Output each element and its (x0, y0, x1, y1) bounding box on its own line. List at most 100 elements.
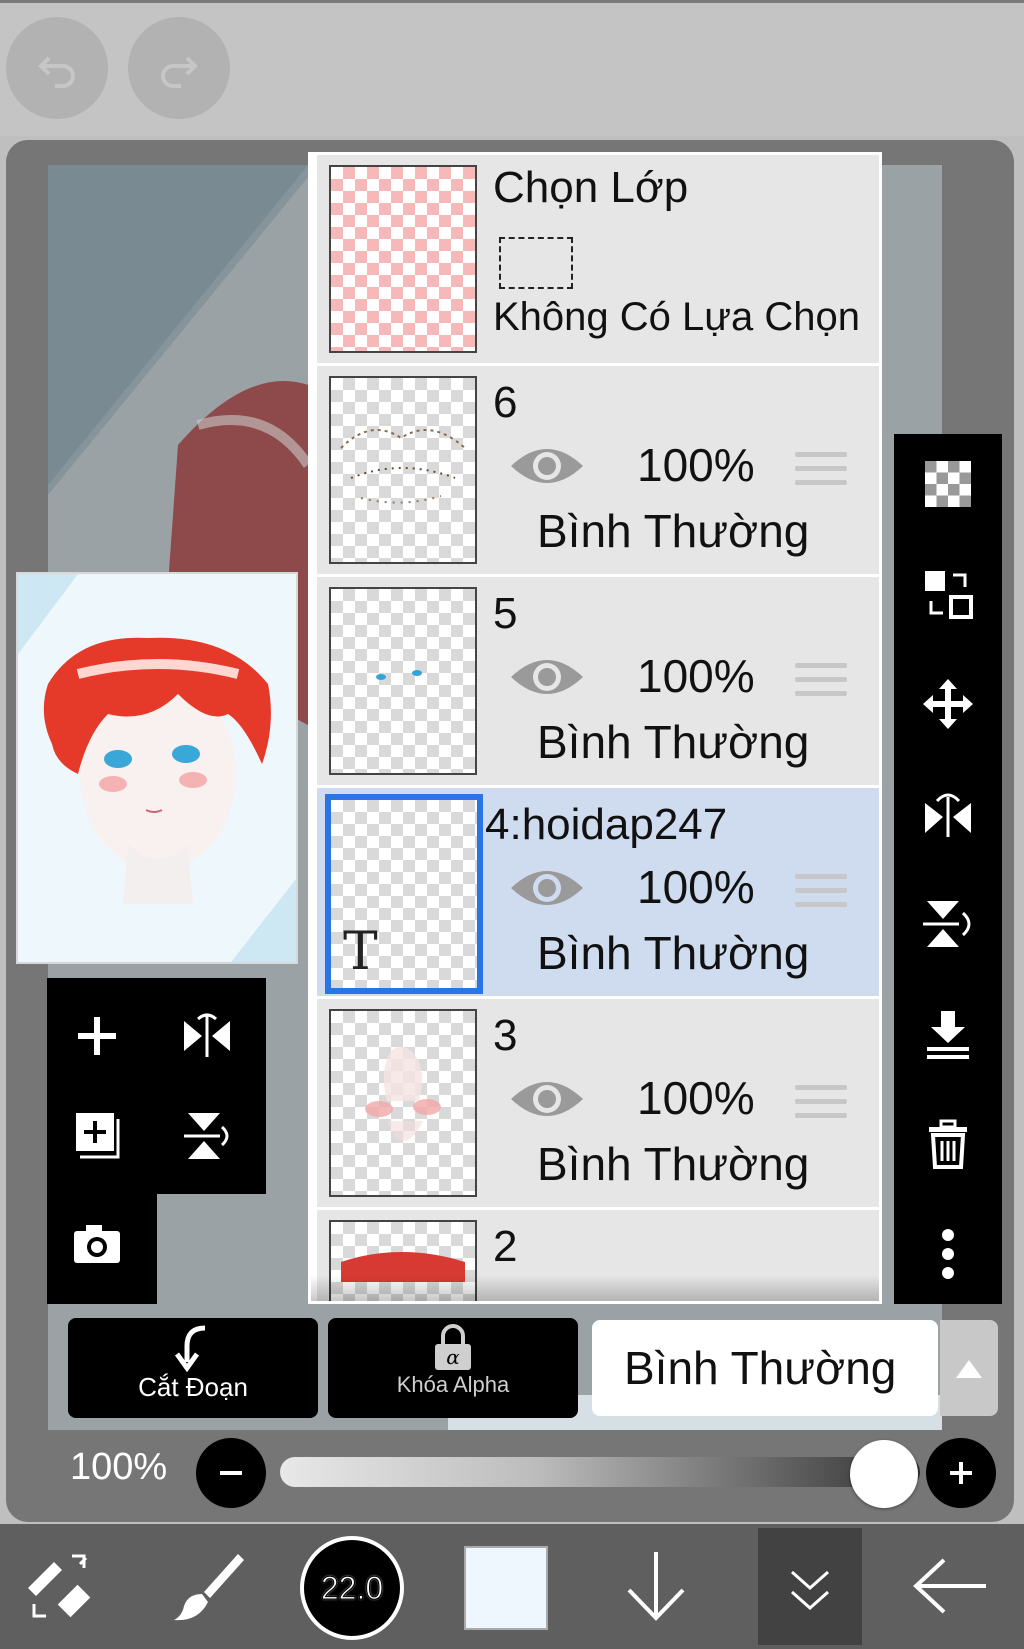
layer-row-5[interactable]: 5 100% Bình Thường (317, 577, 879, 788)
swap-layer-button[interactable] (918, 564, 978, 624)
plus-icon (78, 1017, 116, 1055)
move-down-button[interactable] (606, 1536, 706, 1636)
selection-layer-thumbnail (329, 165, 477, 353)
alpha-lock-button[interactable]: α Khóa Alpha (328, 1318, 578, 1418)
clip-arrow-icon (174, 1325, 206, 1372)
arrow-down-icon (627, 1552, 685, 1621)
undo-button[interactable] (6, 17, 108, 119)
layer-blend-mode: Bình Thường (537, 1138, 810, 1190)
layer-row-3[interactable]: 3 100% Bình Thường (317, 999, 879, 1210)
duplicate-layer-button[interactable] (67, 1106, 127, 1166)
add-layer-button[interactable] (67, 1006, 127, 1066)
delete-layer-button[interactable] (918, 1114, 978, 1174)
trash-icon (929, 1119, 967, 1169)
layer-name: 2 (493, 1222, 518, 1271)
top-bar (0, 0, 1024, 136)
selection-layer-title: Chọn Lớp (493, 163, 689, 212)
redo-icon (161, 56, 198, 88)
clipping-button[interactable]: Cắt Đoạn (68, 1318, 318, 1418)
flip-vertical-button[interactable] (177, 1106, 237, 1166)
lock-alpha-icon: α (435, 1324, 471, 1370)
opacity-slider-track[interactable] (280, 1457, 920, 1487)
transparency-button[interactable] (918, 454, 978, 514)
blend-mode-expand-button[interactable] (940, 1320, 998, 1416)
triangle-up-icon (956, 1360, 982, 1378)
merge-down-button[interactable] (918, 1004, 978, 1064)
selection-marquee-icon (499, 237, 573, 289)
blend-mode-select[interactable]: Bình Thường (592, 1320, 938, 1416)
layer-opacity: 100% (637, 650, 755, 702)
selection-status: Không Có Lựa Chọn (493, 295, 861, 339)
layer-row-4[interactable]: T 4:hoidap247 100% Bình Thường (317, 788, 879, 999)
layer-blend-mode: Bình Thường (537, 716, 810, 768)
drag-handle-icon[interactable] (795, 452, 847, 492)
chevron-double-down-icon (791, 1570, 829, 1611)
arrow-left-icon (913, 1558, 986, 1614)
move-icon (923, 679, 973, 729)
opacity-decrease-button[interactable] (196, 1438, 266, 1508)
clipping-label: Cắt Đoạn (138, 1372, 248, 1402)
flip-horizontal-button[interactable] (177, 1006, 237, 1066)
brush-icon (174, 1554, 244, 1621)
drag-handle-icon[interactable] (795, 1085, 847, 1125)
visibility-eye-icon[interactable] (507, 1071, 587, 1127)
list-fade (311, 1275, 879, 1301)
alpha-lock-label: Khóa Alpha (396, 1372, 510, 1397)
flip-horizontal-right-button[interactable] (918, 784, 978, 844)
canvas-preview (16, 572, 298, 964)
brush-eraser-swap-button[interactable] (10, 1536, 110, 1636)
camera-import-button[interactable] (67, 1214, 127, 1274)
layer-tools-left-2 (47, 1194, 157, 1304)
svg-text:α: α (446, 1345, 460, 1369)
redo-button[interactable] (128, 17, 230, 119)
layer-opacity: 100% (637, 1072, 755, 1124)
layer-list: Chọn Lớp Không Có Lựa Chọn 6 100% Bình T… (308, 152, 882, 1304)
add-copy-icon (76, 1113, 120, 1159)
layer-blend-mode: Bình Thường (537, 927, 810, 979)
layer-opacity: 100% (637, 439, 755, 491)
layer-tools-left (47, 978, 266, 1194)
flip-vertical-icon (184, 1113, 229, 1159)
layer-opacity: 100% (637, 861, 755, 913)
opacity-slider-knob[interactable] (850, 1440, 918, 1508)
flip-horizontal-icon (925, 793, 971, 837)
layers-button[interactable] (758, 1528, 862, 1645)
layer-name: 3 (493, 1011, 518, 1060)
text-layer-marker: T (343, 922, 378, 982)
layer-name: 5 (493, 589, 518, 638)
layer-thumbnail-4: T (325, 794, 483, 994)
move-layer-button[interactable] (918, 674, 978, 734)
flip-horizontal-icon (184, 1013, 230, 1057)
brush-size-indicator[interactable]: 22.0 (300, 1536, 404, 1640)
layer-name: 4:hoidap247 (485, 800, 728, 849)
merge-down-icon (927, 1011, 969, 1059)
back-button[interactable] (900, 1536, 1000, 1636)
selection-layer-row[interactable]: Chọn Lớp Không Có Lựa Chọn (317, 155, 879, 366)
brush-tool-button[interactable] (158, 1536, 258, 1636)
flip-vertical-right-button[interactable] (918, 894, 978, 954)
visibility-eye-icon[interactable] (507, 438, 587, 494)
color-swatch[interactable] (464, 1546, 548, 1630)
flip-vertical-icon (923, 901, 971, 947)
layer-row-6[interactable]: 6 100% Bình Thường (317, 366, 879, 577)
layer-tools-right (894, 434, 1002, 1304)
opacity-increase-button[interactable] (926, 1438, 996, 1508)
camera-icon (74, 1225, 120, 1263)
visibility-eye-icon[interactable] (507, 649, 587, 705)
drag-handle-icon[interactable] (795, 663, 847, 703)
more-options-button[interactable] (918, 1224, 978, 1284)
layer-thumbnail-6 (329, 376, 477, 564)
layer-thumbnail-3 (329, 1009, 477, 1197)
more-vertical-icon (942, 1229, 954, 1279)
brush-eraser-swap-icon (28, 1554, 91, 1618)
layer-thumbnail-5 (329, 587, 477, 775)
checkerboard-icon (925, 461, 971, 507)
opacity-value: 100% (70, 1446, 168, 1488)
minus-icon (220, 1471, 242, 1475)
visibility-eye-icon[interactable] (507, 860, 587, 916)
drag-handle-icon[interactable] (795, 874, 847, 914)
swap-icon (925, 571, 973, 619)
layer-name: 6 (493, 378, 518, 427)
layer-blend-mode: Bình Thường (537, 505, 810, 557)
undo-icon (38, 56, 75, 88)
